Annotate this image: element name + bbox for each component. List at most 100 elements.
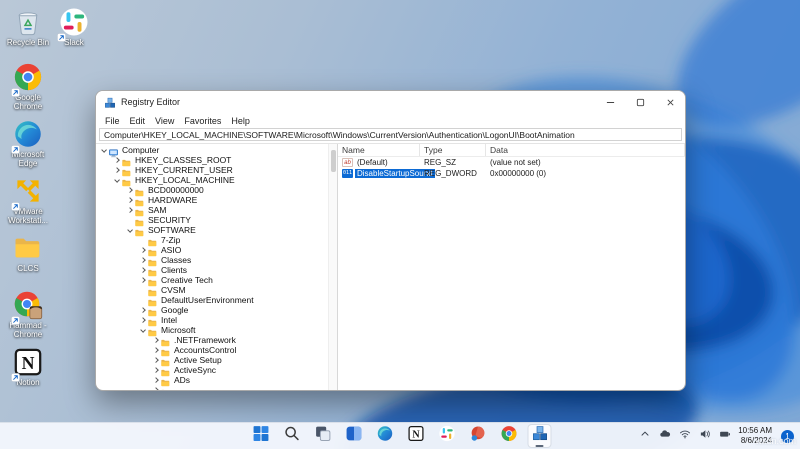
taskbar-start-button[interactable] [249,424,273,448]
value-row-default[interactable]: ab (Default) REG_SZ (value not set) [338,157,685,168]
tree-item-label: CVSM [161,285,186,295]
tray-onedrive-button[interactable] [658,429,672,443]
window-titlebar[interactable]: Registry Editor [96,91,685,113]
tree-item-clients[interactable]: Clients [96,265,337,277]
tree-item-hkey-classes-root[interactable]: HKEY_CLASSES_ROOT [96,155,337,167]
tree-item-ads[interactable]: ADs [96,375,337,387]
tree-item-label: Creative Tech [161,275,213,285]
menu-item-file[interactable]: File [100,116,125,126]
desktop-icon-recycle-bin[interactable]: Recycle Bin [5,7,51,47]
column-header-name[interactable]: Name [338,144,420,156]
value-row-disablestartupsound[interactable]: 011 DisableStartupSound REG_DWORD 0x0000000… [338,168,685,179]
shortcut-arrow-icon [11,312,20,325]
tray-chevron-up-button[interactable] [638,429,652,443]
tree-item-classes[interactable]: Classes [96,255,337,267]
menu-item-help[interactable]: Help [226,116,255,126]
chevron-down-icon[interactable] [113,177,121,183]
chevron-down-icon[interactable] [100,147,108,153]
chevron-right-icon[interactable] [126,187,134,193]
column-header-data[interactable]: Data [486,144,685,156]
tree-item-microsoft[interactable]: Microsoft [96,325,337,337]
tree-item-hkey-local-machine[interactable]: HKEY_LOCAL_MACHINE [96,175,337,187]
registry-value-pane: Name Type Data ab (Default) REG_SZ (value not… [338,144,685,390]
tree-item-activesync[interactable]: ActiveSync [96,365,337,377]
taskbar-regedit-button[interactable] [527,424,552,448]
taskbar-widgets-button[interactable] [342,424,366,448]
tree-item-netframework[interactable]: .NETFramework [96,335,337,347]
taskbar-notion-button[interactable]: N [404,424,428,448]
tree-item-intel[interactable]: Intel [96,315,337,327]
tree-item-7-zip[interactable]: 7-Zip [96,235,337,247]
taskbar-slack-button[interactable] [435,424,459,448]
chevron-right-icon[interactable] [152,337,160,343]
tree-item-hkey-current-user[interactable]: HKEY_CURRENT_USER [96,165,337,177]
tree-item-cvsm[interactable]: CVSM [96,285,337,297]
tree-item-active-setup[interactable]: Active Setup [96,355,337,367]
menu-item-view[interactable]: View [150,116,179,126]
tree-item-label: SOFTWARE [148,225,196,235]
chevron-right-icon[interactable] [152,387,160,390]
chevron-right-icon[interactable] [152,357,160,363]
tree-item-google[interactable]: Google [96,305,337,317]
chevron-right-icon[interactable] [126,207,134,213]
taskbar-ccleaner-button[interactable] [466,424,490,448]
menu-item-favorites[interactable]: Favorites [179,116,226,126]
tree-item-bcd00000000[interactable]: BCD00000000 [96,185,337,197]
column-header-type[interactable]: Type [420,144,486,156]
taskbar-edge-button[interactable] [373,424,397,448]
tree-item-creative-tech[interactable]: Creative Tech [96,275,337,287]
tree-item-sam[interactable]: SAM [96,205,337,217]
chevron-right-icon[interactable] [126,197,134,203]
tree-item-asio[interactable]: ASIO [96,245,337,257]
tray-battery-button[interactable] [718,429,732,443]
chevron-right-icon[interactable] [113,167,121,173]
desktop-icon-microsoft-edge[interactable]: Microsoft Edge [5,119,51,168]
svg-text:N: N [22,353,35,373]
desktop-icon-google-chrome[interactable]: Google Chrome [5,62,51,111]
maximize-button[interactable] [625,91,655,113]
desktop-icon-slack[interactable]: Slack [51,7,97,47]
chevron-down-icon[interactable] [139,327,147,333]
close-button[interactable] [655,91,685,113]
tree-item-security[interactable]: SECURITY [96,215,337,227]
desktop-icon-clcs[interactable]: CLCS [5,233,51,273]
tree-item-label: ActiveSync [174,365,217,375]
chevron-right-icon[interactable] [139,267,147,273]
tree-item-defaultuserenvironment[interactable]: DefaultUserEnvironment [96,295,337,307]
chevron-right-icon[interactable] [139,307,147,313]
chevron-right-icon[interactable] [113,157,121,163]
taskbar-chrome-button[interactable] [497,424,521,448]
notion-icon: N [11,347,43,382]
chevron-up-icon [639,427,651,445]
search-icon [283,425,300,447]
tray-volume-button[interactable] [698,429,712,443]
shortcut-arrow-icon [57,29,66,42]
chevron-right-icon[interactable] [139,257,147,263]
tree-item-computer[interactable]: Computer [96,145,337,158]
address-bar[interactable]: Computer\HKEY_LOCAL_MACHINE\SOFTWARE\Mic… [99,128,682,141]
tree-item-item[interactable] [96,385,337,390]
menu-item-edit[interactable]: Edit [125,116,151,126]
tree-item-label: ASIO [161,245,182,255]
desktop-icon-notion[interactable]: N Notion [5,347,51,387]
chevron-right-icon[interactable] [152,367,160,373]
chevron-right-icon[interactable] [139,317,147,323]
chevron-right-icon[interactable] [139,277,147,283]
desktop-icon-hammad-chrome[interactable]: Hammad - Chrome [5,290,51,339]
minimize-button[interactable] [595,91,625,113]
folder-icon [134,225,145,237]
tree-item-accountscontrol[interactable]: AccountsControl [96,345,337,357]
taskbar-task-view-button[interactable] [311,424,335,448]
chevron-right-icon[interactable] [139,247,147,253]
chevron-right-icon[interactable] [152,377,160,383]
tree-item-software[interactable]: SOFTWARE [96,225,337,237]
taskbar-search-button[interactable] [280,424,304,448]
tree-scrollbar-thumb[interactable] [331,150,336,172]
desktop-icon-vmware-workstati[interactable]: VMware Workstati... [5,176,51,225]
tray-wifi-button[interactable] [678,429,692,443]
chevron-right-icon[interactable] [152,347,160,353]
desktop-icon-label: Recycle Bin [6,38,50,47]
tree-item-hardware[interactable]: HARDWARE [96,195,337,207]
tree-scrollbar[interactable] [328,144,337,390]
chevron-down-icon[interactable] [126,227,134,233]
